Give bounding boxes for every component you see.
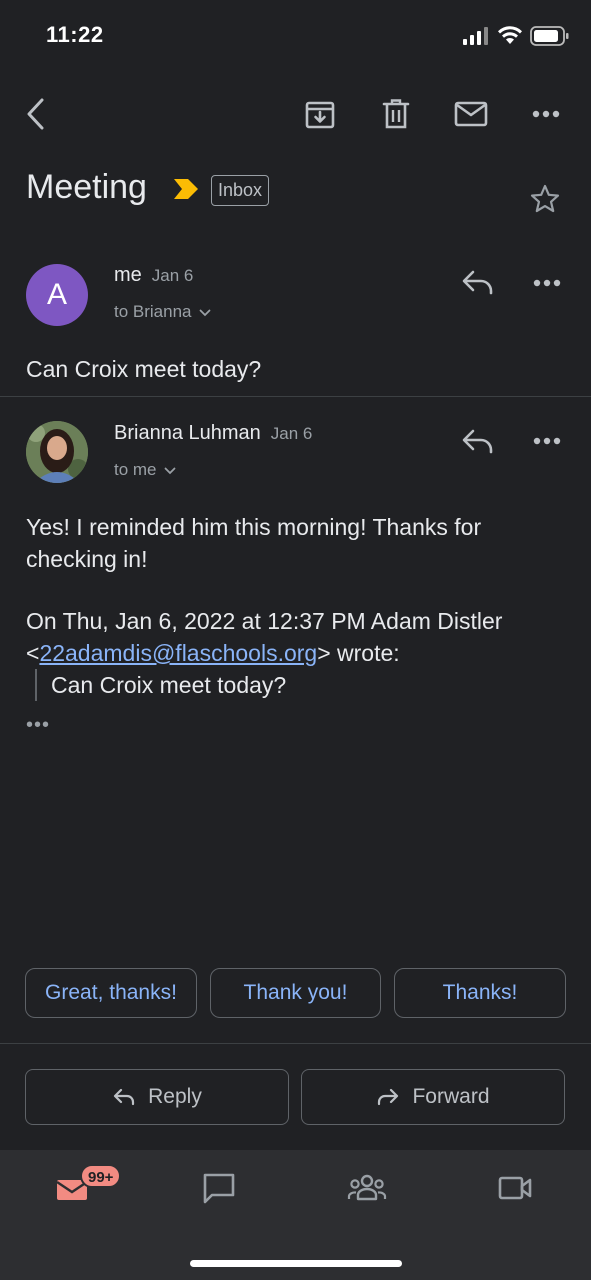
forward-icon: [378, 1088, 399, 1106]
important-marker-icon[interactable]: [172, 178, 200, 200]
message-body: Can Croix meet today?: [26, 356, 262, 382]
reply-button[interactable]: [461, 427, 495, 455]
message-more-button[interactable]: [533, 279, 561, 287]
email-link[interactable]: 22adamdis@flaschools.org: [39, 640, 317, 666]
reply-action-button[interactable]: Reply: [25, 1069, 289, 1125]
mail-count-badge: 99+: [80, 1164, 122, 1188]
message-date: Jan 6: [270, 424, 313, 443]
message-date: Jan 6: [151, 266, 194, 285]
reply-icon: [462, 429, 493, 454]
sender-avatar-photo[interactable]: [26, 421, 88, 483]
inbox-label-chip[interactable]: Inbox: [211, 175, 270, 206]
message-body-line: Yes! I reminded him this morning! Thanks…: [26, 514, 482, 540]
home-indicator: [190, 1260, 402, 1267]
signal-icon: [463, 27, 489, 45]
more-horizontal-icon: [532, 110, 560, 118]
status-time: 11:22: [46, 22, 104, 47]
star-button[interactable]: [529, 183, 561, 215]
archive-button[interactable]: [298, 92, 342, 136]
forward-label: Forward: [412, 1085, 490, 1108]
nav-spaces-tab[interactable]: [341, 1166, 393, 1210]
video-camera-icon: [498, 1176, 532, 1200]
back-button[interactable]: [14, 92, 58, 136]
recipients-toggle[interactable]: to Brianna: [114, 302, 211, 322]
quote-header-email-line: <22adamdis@flaschools.org> wrote:: [26, 640, 400, 666]
forward-action-button[interactable]: Forward: [301, 1069, 565, 1125]
more-horizontal-icon: [533, 437, 561, 445]
mail-icon: [454, 101, 488, 127]
quoted-text: Can Croix meet today?: [51, 672, 287, 698]
sender-name: me: [114, 264, 142, 286]
star-icon: [530, 184, 560, 213]
sender-name: Brianna Luhman: [114, 422, 261, 444]
more-options-button[interactable]: [524, 92, 568, 136]
recipients-text: to Brianna: [114, 302, 192, 321]
recipients-text: to me: [114, 460, 157, 479]
recipients-toggle[interactable]: to me: [114, 460, 176, 480]
message-2-header: Brianna Luhman Jan 6: [114, 422, 312, 445]
sender-avatar[interactable]: A: [26, 264, 88, 326]
reply-label: Reply: [148, 1085, 202, 1108]
delete-button[interactable]: [374, 92, 418, 136]
archive-icon: [305, 101, 335, 129]
reply-icon: [462, 270, 493, 295]
thread-subject: Meeting: [26, 168, 147, 206]
trash-icon: [382, 99, 410, 129]
reply-button[interactable]: [461, 268, 495, 296]
nav-chat-tab[interactable]: [193, 1166, 245, 1210]
chevron-down-icon: [164, 467, 175, 475]
message-1-header: me Jan 6: [114, 264, 193, 287]
reply-icon: [114, 1088, 135, 1106]
nav-meet-tab[interactable]: [489, 1166, 541, 1210]
mark-unread-button[interactable]: [449, 92, 493, 136]
back-arrow-icon: [27, 98, 44, 130]
people-icon: [347, 1174, 387, 1201]
chat-icon: [203, 1173, 235, 1204]
message-more-button[interactable]: [533, 437, 561, 445]
quote-bar: [35, 669, 37, 701]
wifi-icon: [497, 25, 523, 45]
smart-reply-button[interactable]: Great, thanks!: [25, 968, 197, 1018]
battery-icon: [530, 26, 570, 46]
smart-reply-button[interactable]: Thank you!: [210, 968, 381, 1018]
smart-reply-button[interactable]: Thanks!: [394, 968, 566, 1018]
quote-header: On Thu, Jan 6, 2022 at 12:37 PM Adam Dis…: [26, 608, 503, 634]
show-trimmed-content-button[interactable]: •••: [26, 714, 50, 737]
actions-divider: [0, 1043, 591, 1044]
chevron-down-icon: [199, 309, 210, 317]
message-body-line: checking in!: [26, 546, 148, 572]
more-horizontal-icon: [533, 279, 561, 287]
message-divider: [0, 396, 591, 397]
